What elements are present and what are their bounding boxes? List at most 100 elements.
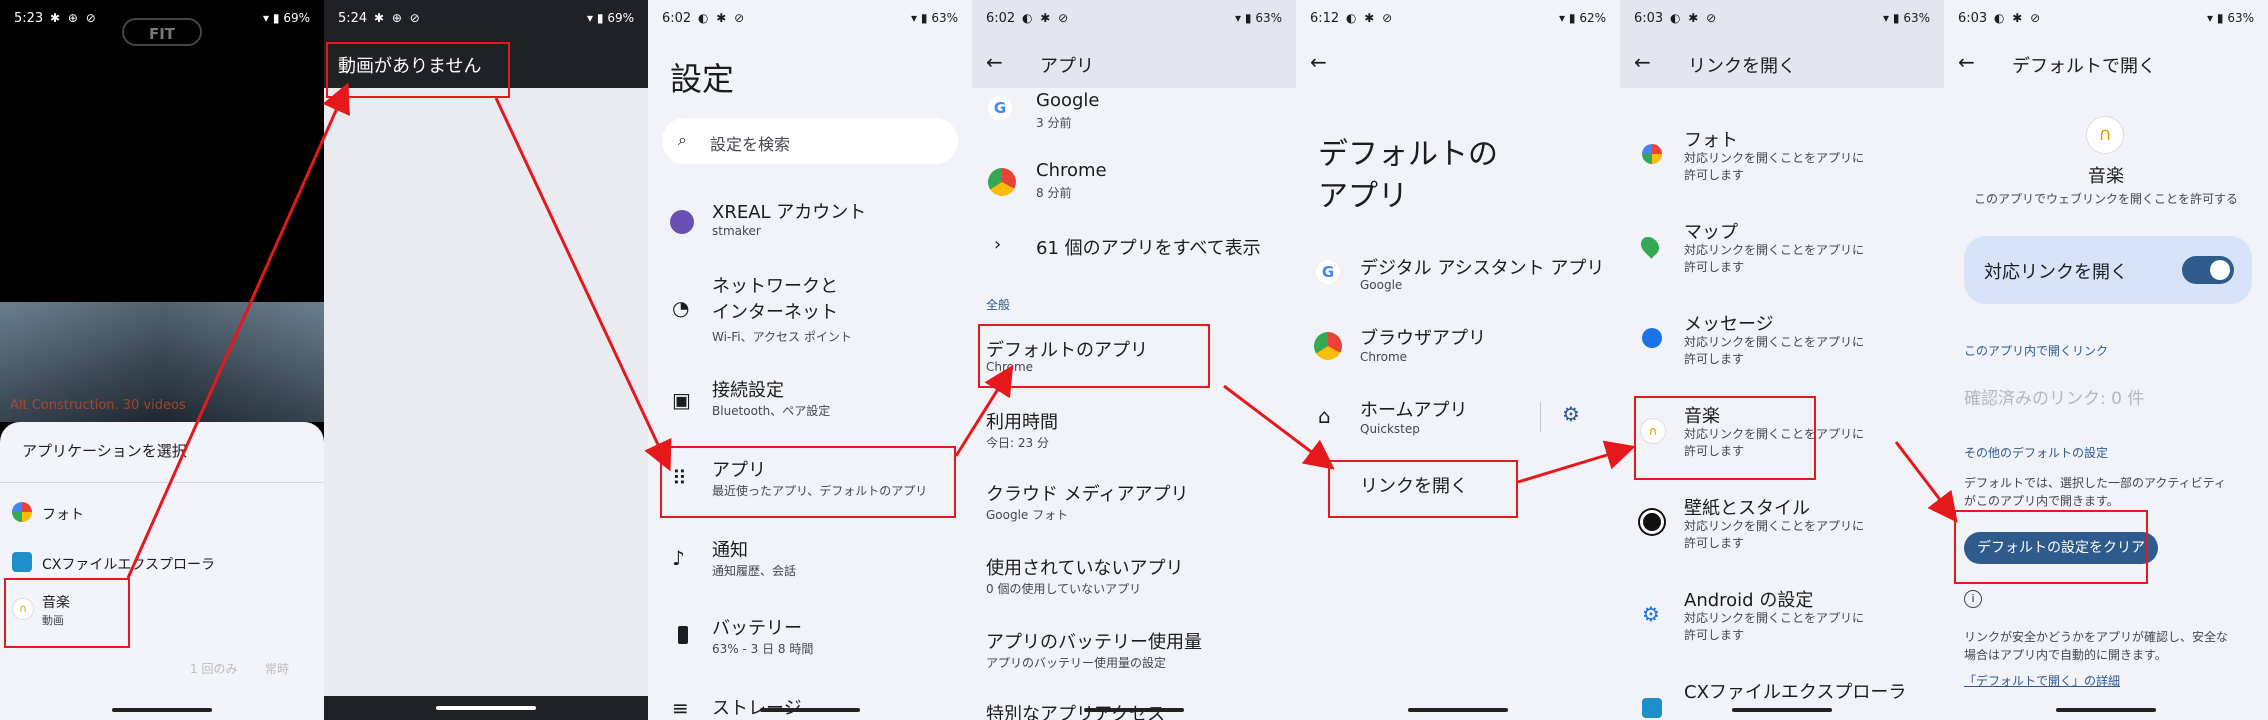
wifi-icon: ▾	[911, 11, 918, 25]
back-arrow-icon[interactable]: ←	[1634, 50, 1651, 74]
app-name: 音楽	[2088, 166, 2124, 187]
page-title: デフォルトで開く	[2012, 56, 2156, 77]
settings-item-xreal[interactable]: XREAL アカウント stmaker	[648, 196, 972, 248]
links-item-cx-explorer[interactable]: CXファイルエクスプローラ	[1620, 676, 1944, 720]
once-button[interactable]: 1 回のみ	[190, 660, 237, 677]
home-indicator	[2056, 708, 2156, 712]
status-time: 6:03	[1634, 11, 1664, 26]
status-time: 6:02	[986, 11, 1016, 26]
chooser-item-label: フォト	[42, 507, 84, 523]
apps-item-cloud-media[interactable]: クラウド メディアアプリ Google フォト	[972, 480, 1296, 526]
panel-no-video: 5:24 ✱ ⊕ ⊘ ▾ ▮ 69% 動画がありません	[324, 0, 648, 720]
links-item-messages[interactable]: メッセージ 対応リンクを開くことをアプリに 許可します	[1620, 310, 1944, 372]
item-sub: stmaker	[712, 224, 761, 238]
learn-more-link[interactable]: 「デフォルトで開く」の詳細	[1964, 672, 2120, 689]
battery-icon: ▮	[272, 11, 280, 25]
app-description: このアプリでウェブリンクを開くことを許可する	[1973, 192, 2238, 206]
toggle-knob	[2210, 260, 2230, 280]
battery-icon: ▮	[1892, 11, 1900, 25]
battery-icon: ▮	[1244, 11, 1252, 25]
back-arrow-icon[interactable]: ←	[986, 50, 1003, 74]
status-icons-left: ◐ ✱ ⊘	[1346, 11, 1395, 25]
chevron-right-icon: ›	[994, 234, 1002, 255]
links-item-maps[interactable]: マップ 対応リンクを開くことをアプリに 許可します	[1620, 218, 1944, 280]
search-icon: ⌕	[678, 130, 687, 149]
bell-icon: ♪	[672, 546, 685, 570]
panel-settings: 6:02 ◐ ✱ ⊘ ▾ ▮ 63% 設定 ⌕ 設定を検索 XREAL アカウン…	[648, 0, 972, 720]
google-photos-icon	[1642, 144, 1662, 164]
default-item-home[interactable]: ⌂ ホームアプリ Quickstep ⚙	[1296, 396, 1620, 442]
open-supported-links-toggle-row[interactable]: 対応リンクを開く	[1964, 236, 2252, 304]
status-icons-right: ▾ ▮ 62%	[1559, 11, 1606, 25]
status-time: 6:02	[662, 11, 692, 26]
chooser-item-cx-explorer[interactable]: CXファイルエクスプローラ	[12, 546, 312, 582]
page-title: デフォルトの アプリ	[1318, 137, 1498, 214]
recent-app-chrome[interactable]: Chrome 8 分前	[972, 160, 1296, 204]
item-sub: Chrome	[1360, 350, 1408, 364]
panel-open-links: 6:03 ◐ ✱ ⊘ ▾ ▮ 63% ← リンクを開く フォト 対応リンクを開く…	[1620, 0, 1944, 720]
item-title: 壁紙とスタイル	[1684, 498, 1810, 519]
settings-item-network[interactable]: ◔ ネットワークと インターネット Wi-Fi、アクセス ポイント	[648, 274, 972, 346]
section-header-other: その他のデフォルトの設定	[1964, 446, 2109, 460]
item-title: Chrome	[1036, 160, 1107, 181]
sheet-title: アプリケーションを選択	[22, 442, 187, 460]
item-sub: 3 分前	[1036, 116, 1072, 130]
fit-label: FIT	[148, 25, 176, 43]
toggle-switch[interactable]	[2182, 256, 2234, 284]
chooser-item-photos[interactable]: フォト	[12, 496, 312, 532]
home-indicator	[1408, 708, 1508, 712]
wifi-icon: ▾	[263, 11, 270, 25]
links-item-wallpaper[interactable]: 壁紙とスタイル 対応リンクを開くことをアプリに 許可します	[1620, 494, 1944, 556]
links-item-android-settings[interactable]: ⚙ Android の設定 対応リンクを開くことをアプリに 許可します	[1620, 586, 1944, 648]
status-bar: 6:02 ◐ ✱ ⊘ ▾ ▮ 63%	[972, 0, 1296, 38]
apps-item-battery-usage[interactable]: アプリのバッテリー使用量 アプリのバッテリー使用量の設定	[972, 628, 1296, 674]
settings-item-battery[interactable]: バッテリー 63% - 3 日 8 時間	[648, 614, 972, 666]
home-icon: ⌂	[1318, 404, 1331, 428]
wifi-icon: ▾	[1559, 11, 1566, 25]
home-indicator	[112, 708, 212, 712]
back-arrow-icon[interactable]: ←	[1958, 50, 1975, 74]
gear-icon[interactable]: ⚙	[1562, 402, 1580, 426]
video-thumbnail: Alt Construction. 30 videos	[0, 302, 324, 422]
settings-item-storage[interactable]: ≡ ストレージ	[648, 692, 972, 720]
apps-item-screen-time[interactable]: 利用時間 今日: 23 分	[972, 408, 1296, 454]
fit-button[interactable]: FIT	[122, 18, 202, 46]
status-icons-right: ▾ ▮ 63%	[1235, 11, 1282, 25]
item-title: CXファイルエクスプローラ	[1684, 682, 1907, 703]
status-icons-right: ▾ ▮ 63%	[911, 11, 958, 25]
status-icons-left: ◐ ✱ ⊘	[698, 11, 747, 25]
status-icons-left: ✱ ⊕ ⊘	[50, 11, 98, 25]
links-item-photos[interactable]: フォト 対応リンクを開くことをアプリに 許可します	[1620, 126, 1944, 188]
show-all-apps-link[interactable]: › 61 個のアプリをすべて表示	[972, 232, 1296, 262]
battery-icon: ▮	[2216, 11, 2224, 25]
settings-item-connected[interactable]: ▣ 接続設定 Bluetooth、ペア設定	[648, 376, 972, 428]
item-title: メッセージ	[1684, 314, 1774, 335]
item-title: 利用時間	[986, 412, 1058, 433]
default-item-assistant[interactable]: G デジタル アシスタント アプリ Google	[1296, 252, 1620, 298]
item-sub: 対応リンクを開くことをアプリに 許可します	[1684, 335, 1865, 366]
home-indicator	[1084, 708, 1184, 712]
always-button[interactable]: 常時	[265, 660, 289, 677]
status-time: 6:03	[1958, 11, 1988, 26]
settings-search-bar[interactable]: ⌕ 設定を検索	[662, 118, 958, 164]
settings-item-notifications[interactable]: ♪ 通知 通知履歴、会話	[648, 536, 972, 588]
status-time: 6:12	[1310, 11, 1340, 26]
status-icons-left: ◐ ✱ ⊘	[1670, 11, 1719, 25]
info-icon: i	[1964, 590, 1982, 608]
annotation-box-clear-defaults	[1954, 510, 2148, 584]
item-title: アプリのバッテリー使用量	[986, 632, 1202, 653]
annotation-box-default-apps	[978, 324, 1210, 388]
item-title: デジタル アシスタント アプリ	[1360, 258, 1605, 279]
apps-item-unused[interactable]: 使用されていないアプリ 0 個の使用していないアプリ	[972, 554, 1296, 600]
recent-app-google[interactable]: G Google 3 分前	[972, 88, 1296, 132]
battery-icon: ▮	[1568, 11, 1576, 25]
item-title: バッテリー	[712, 618, 802, 639]
back-arrow-icon[interactable]: ←	[1310, 50, 1327, 74]
item-sub: Wi-Fi、アクセス ポイント	[712, 330, 852, 344]
item-sub: 8 分前	[1036, 186, 1072, 200]
status-bar: 6:03 ◐ ✱ ⊘ ▾ ▮ 63%	[1620, 0, 1944, 38]
page-title: アプリ	[1040, 56, 1094, 77]
default-item-browser[interactable]: ブラウザアプリ Chrome	[1296, 324, 1620, 370]
item-title: 使用されていないアプリ	[986, 558, 1184, 579]
status-icons-right: ▾ ▮ 63%	[1883, 11, 1930, 25]
